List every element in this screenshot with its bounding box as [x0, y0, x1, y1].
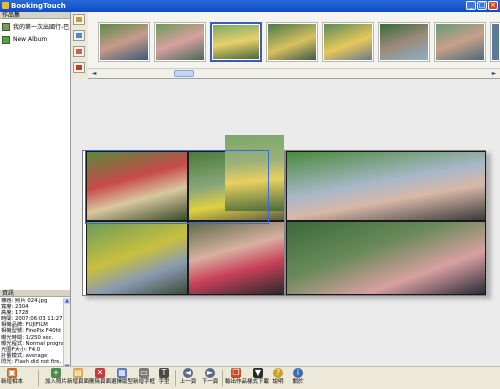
help-button[interactable]: ? 說明 [270, 368, 286, 388]
layout-icon: ▦ [117, 368, 127, 378]
photo-folder-button[interactable] [73, 14, 85, 25]
folder-icon [76, 17, 82, 22]
photo-frame[interactable] [286, 151, 486, 221]
next-page-button[interactable]: ► 下一頁 [200, 368, 220, 388]
book-workspace [71, 79, 500, 366]
download-icon: ▼ [253, 368, 263, 378]
close-button[interactable]: × [488, 1, 498, 10]
prev-page-button[interactable]: ◄ 上一頁 [178, 368, 198, 388]
photo-thumbnail[interactable] [266, 22, 318, 62]
property-row: 閃光: Flash did not fire, com [1, 358, 69, 365]
photo-icon [76, 33, 82, 38]
maximize-button[interactable]: □ [477, 1, 487, 10]
delete-icon [76, 65, 82, 70]
delete-page-icon: ✕ [95, 368, 105, 378]
photo-thumbnail[interactable] [490, 22, 500, 62]
photo-thumbnail[interactable] [378, 22, 430, 62]
filmstrip-tools [71, 12, 87, 80]
photo-frame[interactable] [286, 221, 486, 295]
add-photo-button[interactable]: + 加入照片 [44, 368, 68, 388]
delete-tool-button[interactable] [73, 62, 85, 73]
album-item[interactable]: 我的第一次出國行-巴里島 [0, 20, 70, 33]
arrow-left-icon: ◄ [183, 368, 193, 378]
choose-layout-button[interactable]: ▦ 選擇版型 [110, 368, 134, 388]
photo-filmstrip: ◄ ► [88, 12, 500, 79]
font-icon: T [159, 368, 169, 378]
text-frame-icon: ▭ [139, 368, 149, 378]
album-label: New Album [13, 36, 48, 43]
style-download-button[interactable]: ▼ 樣式下載 [246, 368, 270, 388]
new-text-frame-button[interactable]: ▭ 新增字框 [132, 368, 156, 388]
export-icon: ❐ [231, 368, 241, 378]
arrow-right-icon: ► [205, 368, 215, 378]
new-book-button[interactable]: ▣ 新增相本 [1, 368, 23, 388]
title-bar: BookingTouch _ □ × [0, 0, 500, 12]
scroll-right-arrow[interactable]: ► [490, 70, 498, 77]
photo-thumbnail[interactable] [322, 22, 374, 62]
filmstrip-scrollbar[interactable]: ◄ ► [88, 68, 500, 78]
new-album-icon [2, 35, 10, 44]
photo-frame[interactable] [188, 221, 285, 295]
minimize-button[interactable]: _ [466, 1, 476, 10]
properties-scrollbar[interactable]: ▲ ▼ [63, 298, 70, 370]
new-page-icon: ▤ [73, 368, 83, 378]
window-title: BookingTouch [11, 2, 66, 10]
photo-thumbnail[interactable] [434, 22, 486, 62]
property-row: 曝光程式: Normal program [1, 340, 69, 347]
property-row: 相機型號: FinePix F40fd [1, 328, 61, 335]
edit-icon [76, 49, 82, 54]
photo-thumbnail[interactable] [210, 22, 262, 62]
photo-thumbnail[interactable] [98, 22, 150, 62]
add-photo-tool-button[interactable] [73, 30, 85, 41]
add-photo-icon: + [51, 368, 61, 378]
main-toolbar: ▣ 新增相本 + 加入照片 ▤ 新增頁面 ✕ 刪除頁面 ▦ 選擇版型 ▭ 新增字… [0, 366, 500, 389]
photo-thumbnail[interactable] [154, 22, 206, 62]
font-button[interactable]: T 字型 [156, 368, 172, 388]
photo-frame[interactable] [86, 221, 188, 295]
export-work-button[interactable]: ❐ 輸出作品 [224, 368, 248, 388]
book-spine [284, 151, 286, 295]
album-item[interactable]: New Album [0, 33, 70, 46]
left-panel: 作品集 我的第一次出國行-巴里島 New Album 資訊 標題: 照片 024… [0, 12, 71, 370]
albums-header: 作品集 [0, 12, 70, 19]
delete-page-button[interactable]: ✕ 刪除頁面 [88, 368, 112, 388]
edit-tool-button[interactable] [73, 46, 85, 57]
scroll-left-arrow[interactable]: ◄ [90, 70, 98, 77]
info-icon: i [293, 368, 303, 378]
album-list: 我的第一次出國行-巴里島 New Album [0, 20, 70, 46]
help-icon: ? [273, 368, 283, 378]
app-icon [2, 2, 9, 9]
album-label: 我的第一次出國行-巴里島 [13, 24, 70, 31]
about-button[interactable]: i 關於 [290, 368, 306, 388]
scroll-up-arrow[interactable]: ▲ [64, 298, 70, 304]
scrollbar-thumb[interactable] [174, 70, 194, 77]
selection-outline [85, 150, 269, 224]
book-icon: ▣ [7, 368, 17, 378]
properties-header: 資訊 [0, 290, 70, 297]
album-icon [2, 22, 10, 31]
photo-properties: 標題: 照片 024.jpg 寬度: 2304 高度: 1728 時間: 200… [0, 298, 69, 372]
new-page-button[interactable]: ▤ 新增頁面 [66, 368, 90, 388]
